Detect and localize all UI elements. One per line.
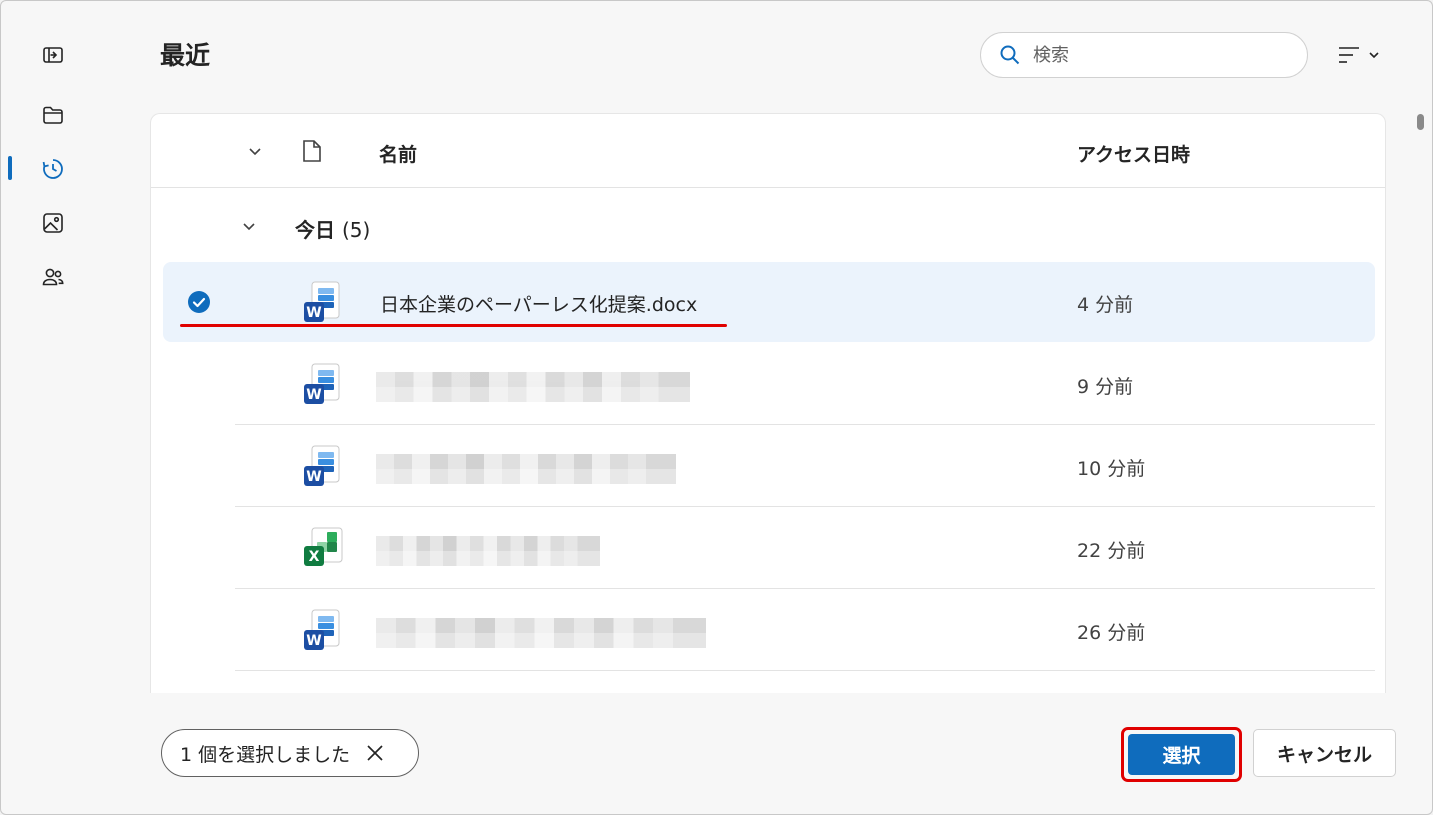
accessed-time: 26 分前 bbox=[1077, 622, 1146, 644]
scrollbar-thumb[interactable] bbox=[1417, 114, 1424, 130]
excel-doc-icon: X bbox=[304, 527, 343, 566]
view-options-button[interactable] bbox=[1336, 40, 1388, 70]
row-divider bbox=[235, 588, 1375, 589]
nav-item-recent[interactable] bbox=[34, 150, 72, 188]
selection-count-chip[interactable]: 1 個を選択しました bbox=[161, 729, 419, 777]
chevron-down-icon bbox=[243, 223, 255, 231]
word-doc-icon: W bbox=[304, 609, 340, 650]
active-nav-indicator bbox=[8, 156, 12, 180]
svg-text:W: W bbox=[306, 305, 321, 321]
accessed-time: 22 分前 bbox=[1077, 540, 1146, 562]
search-icon bbox=[1000, 45, 1020, 65]
svg-text:W: W bbox=[306, 387, 321, 403]
svg-text:W: W bbox=[306, 633, 321, 649]
file-name: 日本企業のペーパーレス化提案.docx bbox=[380, 294, 698, 316]
row-divider bbox=[235, 424, 1375, 425]
folder-icon bbox=[43, 106, 63, 124]
group-collapse-button[interactable] bbox=[239, 216, 259, 236]
cancel-button[interactable]: キャンセル bbox=[1253, 729, 1396, 777]
redacted-file-name bbox=[376, 372, 690, 402]
redacted-file-name bbox=[376, 454, 676, 484]
file-row[interactable]: W 26 分前 bbox=[163, 590, 1375, 671]
group-count: (5) bbox=[341, 218, 371, 242]
close-icon[interactable] bbox=[364, 742, 386, 764]
file-list-panel: 名前 アクセス日時 今日 (5) W 日本企業のペーパーレス化提案.docx 4… bbox=[150, 113, 1386, 693]
accessed-time: 4 分前 bbox=[1077, 294, 1134, 316]
page-title: 最近 bbox=[160, 41, 211, 70]
column-header-accessed[interactable]: アクセス日時 bbox=[1077, 140, 1190, 167]
word-doc-icon: W bbox=[304, 281, 340, 322]
select-button[interactable]: 選択 bbox=[1128, 734, 1235, 775]
annotation-highlight-box: 選択 bbox=[1121, 727, 1242, 782]
svg-text:X: X bbox=[309, 549, 320, 565]
nav-item-photos[interactable] bbox=[34, 204, 72, 242]
group-header-today: 今日 (5) bbox=[295, 214, 370, 243]
sidebar-expand-icon bbox=[43, 47, 63, 63]
accessed-time: 10 分前 bbox=[1077, 458, 1146, 480]
chevron-down-icon bbox=[249, 148, 261, 156]
accessed-time: 9 分前 bbox=[1077, 376, 1134, 398]
redacted-file-name bbox=[376, 618, 706, 648]
annotation-underline bbox=[180, 324, 727, 327]
chevron-down-icon bbox=[1369, 52, 1379, 59]
file-row[interactable]: W 9 分前 bbox=[163, 344, 1375, 425]
group-label: 今日 bbox=[295, 218, 335, 242]
list-header-row: 名前 アクセス日時 bbox=[151, 114, 1385, 188]
file-row[interactable]: X 22 分前 bbox=[163, 508, 1375, 589]
nav-rail bbox=[0, 0, 110, 815]
row-divider bbox=[235, 506, 1375, 507]
search-input[interactable] bbox=[1033, 44, 1273, 66]
selection-count-label: 1 個を選択しました bbox=[180, 743, 351, 766]
svg-text:W: W bbox=[306, 469, 321, 485]
redacted-file-name bbox=[376, 536, 600, 566]
recent-clock-icon bbox=[42, 159, 63, 179]
people-icon bbox=[42, 268, 64, 286]
file-row[interactable]: W 日本企業のペーパーレス化提案.docx 4 分前 bbox=[163, 262, 1375, 342]
collapse-all-button[interactable] bbox=[245, 141, 265, 161]
nav-toggle-button[interactable] bbox=[34, 36, 72, 74]
row-divider bbox=[235, 670, 1375, 671]
nav-item-shared[interactable] bbox=[34, 258, 72, 296]
nav-item-files[interactable] bbox=[34, 96, 72, 134]
file-row[interactable]: W 10 分前 bbox=[163, 426, 1375, 507]
file-type-icon bbox=[303, 140, 321, 162]
column-header-name[interactable]: 名前 bbox=[379, 140, 417, 167]
search-box[interactable] bbox=[980, 32, 1308, 78]
list-view-icon bbox=[1339, 47, 1359, 63]
image-icon bbox=[43, 213, 63, 233]
word-doc-icon: W bbox=[304, 445, 340, 486]
checkmark-circle-icon[interactable] bbox=[187, 290, 211, 314]
word-doc-icon: W bbox=[304, 363, 340, 404]
